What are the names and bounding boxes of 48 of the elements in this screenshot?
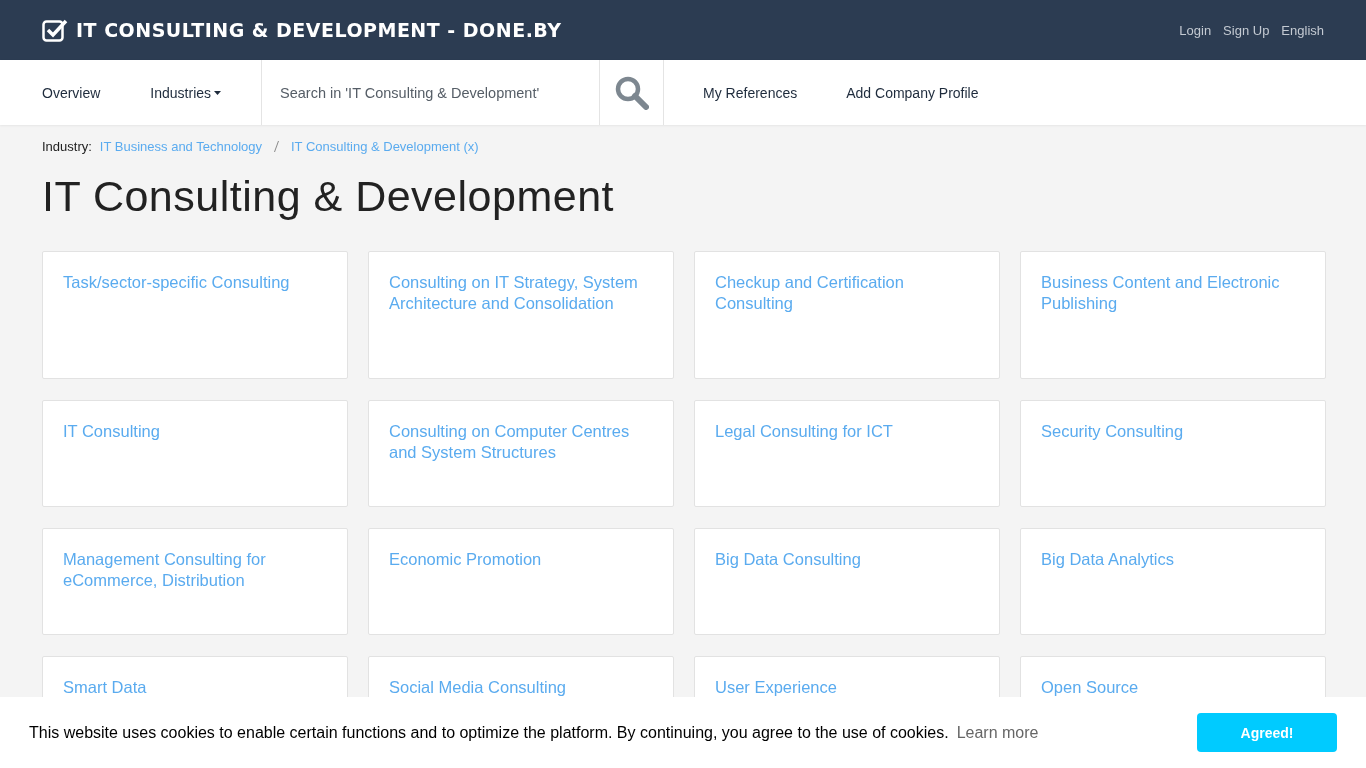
cookie-message: This website uses cookies to enable certain functions and to optimize the platform. By continuing, you agree to the use of cookies. [29,723,949,742]
search-button[interactable] [600,60,665,125]
header-link[interactable]: English [1281,22,1324,38]
search-icon [614,75,649,110]
breadcrumb-link[interactable]: IT Consulting & Development (x) [291,139,479,154]
category-card[interactable]: Economic Promotion [368,528,674,635]
category-title[interactable]: Consulting on IT Strategy, System Architecture and Consolidation [389,272,653,314]
nav-link[interactable]: Industries [108,60,222,125]
header-link[interactable]: Login [1179,22,1212,38]
header-link[interactable]: Sign Up [1223,22,1270,38]
category-card[interactable]: Consulting on IT Strategy, System Architecture and Consolidation [368,251,674,379]
category-card[interactable]: Management Consulting for eCommerce, Distribution [42,528,348,635]
category-title[interactable]: Big Data Consulting [715,549,861,570]
category-card[interactable]: Checkup and Certification Consulting [694,251,1000,379]
breadcrumb-link[interactable]: IT Business and Technology [99,139,262,154]
category-card[interactable]: IT Consulting [42,400,348,507]
page-title: IT Consulting & Development [42,172,615,221]
agree-button[interactable]: Agreed! [1197,713,1337,752]
category-title[interactable]: Checkup and Certification Consulting [715,272,979,314]
search-field[interactable]: Search in 'IT Consulting & Development' [261,60,601,125]
category-title[interactable]: Social Media Consulting [389,677,566,698]
nav-link[interactable]: Overview [0,60,101,125]
category-card[interactable]: Big Data Consulting [694,528,1000,635]
nav-link[interactable]: My References [664,60,798,125]
category-card[interactable]: Business Content and Electronic Publishing [1020,251,1326,379]
category-title[interactable]: Smart Data [63,677,147,698]
category-card[interactable]: Big Data Analytics [1020,528,1326,635]
category-title[interactable]: Management Consulting for eCommerce, Distribution [63,549,327,591]
breadcrumb-label: Industry: [42,139,92,154]
category-card[interactable]: Security Consulting [1020,400,1326,507]
category-title[interactable]: Legal Consulting for ICT [715,421,893,442]
category-card[interactable]: Consulting on Computer Centres and System Structures [368,400,674,507]
category-title[interactable]: Big Data Analytics [1041,549,1174,570]
category-title[interactable]: Economic Promotion [389,549,542,570]
category-title[interactable]: User Experience [715,677,837,698]
category-card[interactable]: Task/sector-specific Consulting [42,251,348,379]
site-title[interactable]: IT CONSULTING & DEVELOPMENT - DONE.BY [76,19,562,41]
category-title[interactable]: Task/sector-specific Consulting [63,272,290,293]
checkbox-icon [42,18,68,42]
caret-icon [214,90,222,95]
category-title[interactable]: Open Source [1041,677,1139,698]
category-title[interactable]: Business Content and Electronic Publishing [1041,272,1305,314]
learn-more-link[interactable]: Learn more [956,723,1039,742]
category-card[interactable]: Legal Consulting for ICT [694,400,1000,507]
nav-link[interactable]: Add Company Profile [807,60,979,125]
category-title[interactable]: Consulting on Computer Centres and System Structures [389,421,653,463]
category-title[interactable]: Security Consulting [1041,421,1184,442]
category-title[interactable]: IT Consulting [63,421,160,442]
